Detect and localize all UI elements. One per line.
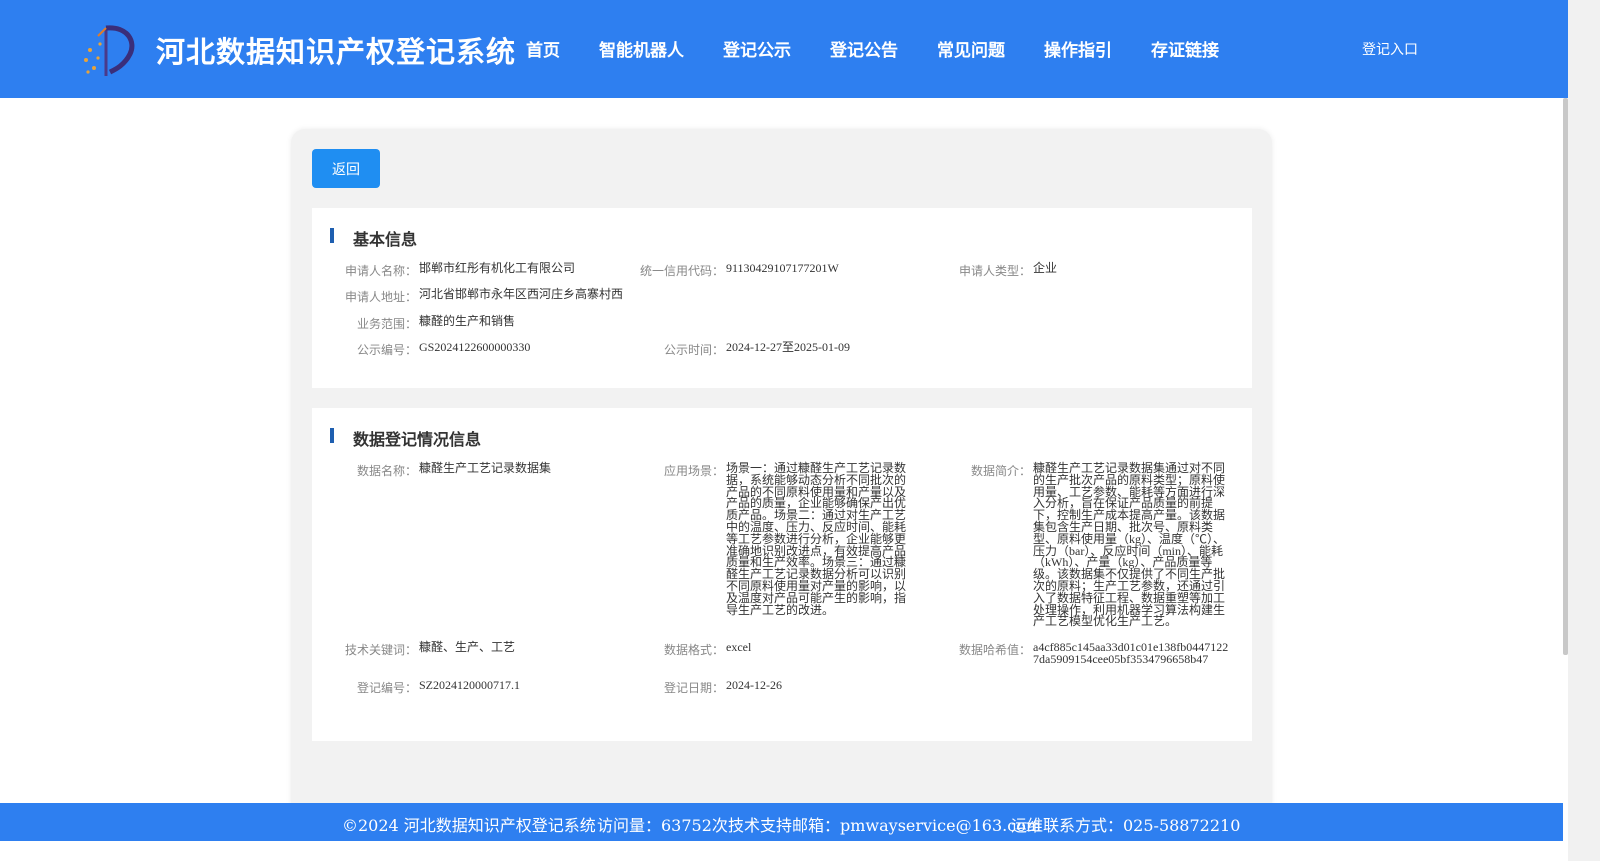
nav-faq[interactable]: 常见问题: [937, 36, 1005, 61]
scrollbar-track[interactable]: [1568, 0, 1600, 861]
tech-keywords: 糠醛、生产、工艺: [419, 640, 516, 654]
footer-support-email: 技术支持邮箱：pmwayservice@163.com: [728, 816, 1041, 835]
notice-time: 2024-12-27至2025-01-09: [726, 340, 850, 354]
hash-label: 数据哈希值：: [958, 643, 1031, 657]
reg-date-label: 登记日期：: [663, 681, 724, 695]
data-intro: 糠醛生产工艺记录数据集通过对不同的生产批次产品的原料类型；原料使用量、工艺参数、…: [1033, 461, 1226, 629]
nav-guide[interactable]: 操作指引: [1044, 36, 1112, 61]
data-name-value: 糠醛生产工艺记录数据集: [419, 461, 552, 475]
logo-icon: [84, 25, 135, 76]
applicant-name-label: 申请人名称：: [344, 264, 417, 278]
format-label: 数据格式：: [663, 643, 724, 657]
footer-visits: 访问量：63752次: [597, 816, 728, 835]
applicant-name: 邯郸市红彤有机化工有限公司: [419, 261, 576, 275]
notice-no-label: 公示编号：: [356, 343, 417, 357]
data-format: excel: [726, 640, 752, 654]
section-marker: [330, 228, 334, 243]
credit-code: 91130429107177201W: [726, 261, 839, 275]
nav-robot[interactable]: 智能机器人: [599, 36, 684, 61]
intro-label: 数据简介：: [970, 464, 1031, 478]
keywords-label: 技术关键词：: [344, 643, 417, 657]
scrollbar-thumb[interactable]: [1563, 98, 1568, 655]
reg-no-label: 登记编号：: [356, 681, 417, 695]
main-nav: 首页 智能机器人 登记公示 登记公告 常见问题 操作指引 存证链接: [526, 36, 1219, 61]
application-scenario: 场景一：通过糠醛生产工艺记录数据，系统能够动态分析不同批次的产品的不同原料使用量…: [726, 461, 907, 617]
section-marker: [330, 428, 334, 443]
credit-code-label: 统一信用代码：: [639, 264, 724, 278]
nav-evidence-link[interactable]: 存证链接: [1151, 36, 1219, 61]
applicant-type-label: 申请人类型：: [958, 264, 1031, 278]
registration-info-card: 数据登记情况信息 数据名称： 糠醛生产工艺记录数据集 应用场景： 场景一：通过糠…: [312, 408, 1252, 741]
scenario-label: 应用场景：: [663, 464, 724, 478]
login-link[interactable]: 登记入口: [1362, 39, 1418, 59]
registration-info-title: 数据登记情况信息: [353, 432, 482, 449]
basic-info-title: 基本信息: [353, 232, 418, 249]
footer-ops-contact: 运维联系方式：025-58872210: [1011, 816, 1241, 835]
notice-time-label: 公示时间：: [663, 343, 724, 357]
footer-copyright: ©2024 河北数据知识产权登记系统: [342, 816, 596, 835]
registration-number: SZ2024120000717.1: [419, 678, 521, 692]
nav-home[interactable]: 首页: [526, 36, 560, 61]
nav-public-notice[interactable]: 登记公示: [723, 36, 791, 61]
address-label: 申请人地址：: [344, 290, 417, 304]
applicant-type: 企业: [1033, 261, 1058, 275]
address: 河北省邯郸市永年区西河庄乡高寨村西: [419, 287, 624, 301]
scope-label: 业务范围：: [356, 317, 417, 331]
top-header: 河北数据知识产权登记系统 首页 智能机器人 登记公示 登记公告 常见问题 操作指…: [0, 0, 1568, 98]
footer: ©2024 河北数据知识产权登记系统 访问量：63752次 技术支持邮箱：pmw…: [0, 803, 1563, 841]
nav-announcement[interactable]: 登记公告: [830, 36, 898, 61]
data-hash: a4cf885c145aa33d01c01e138fb04471227da590…: [1033, 640, 1229, 666]
business-scope: 糠醛的生产和销售: [419, 314, 516, 328]
site-title: 河北数据知识产权登记系统: [156, 35, 517, 69]
notice-number: GS2024122600000330: [419, 340, 531, 354]
basic-info-card: 基本信息 申请人名称： 邯郸市红彤有机化工有限公司 统一信用代码： 911304…: [312, 208, 1252, 388]
back-button[interactable]: 返回: [312, 149, 380, 188]
registration-date: 2024-12-26: [726, 678, 782, 692]
data-name-label: 数据名称：: [356, 464, 417, 478]
